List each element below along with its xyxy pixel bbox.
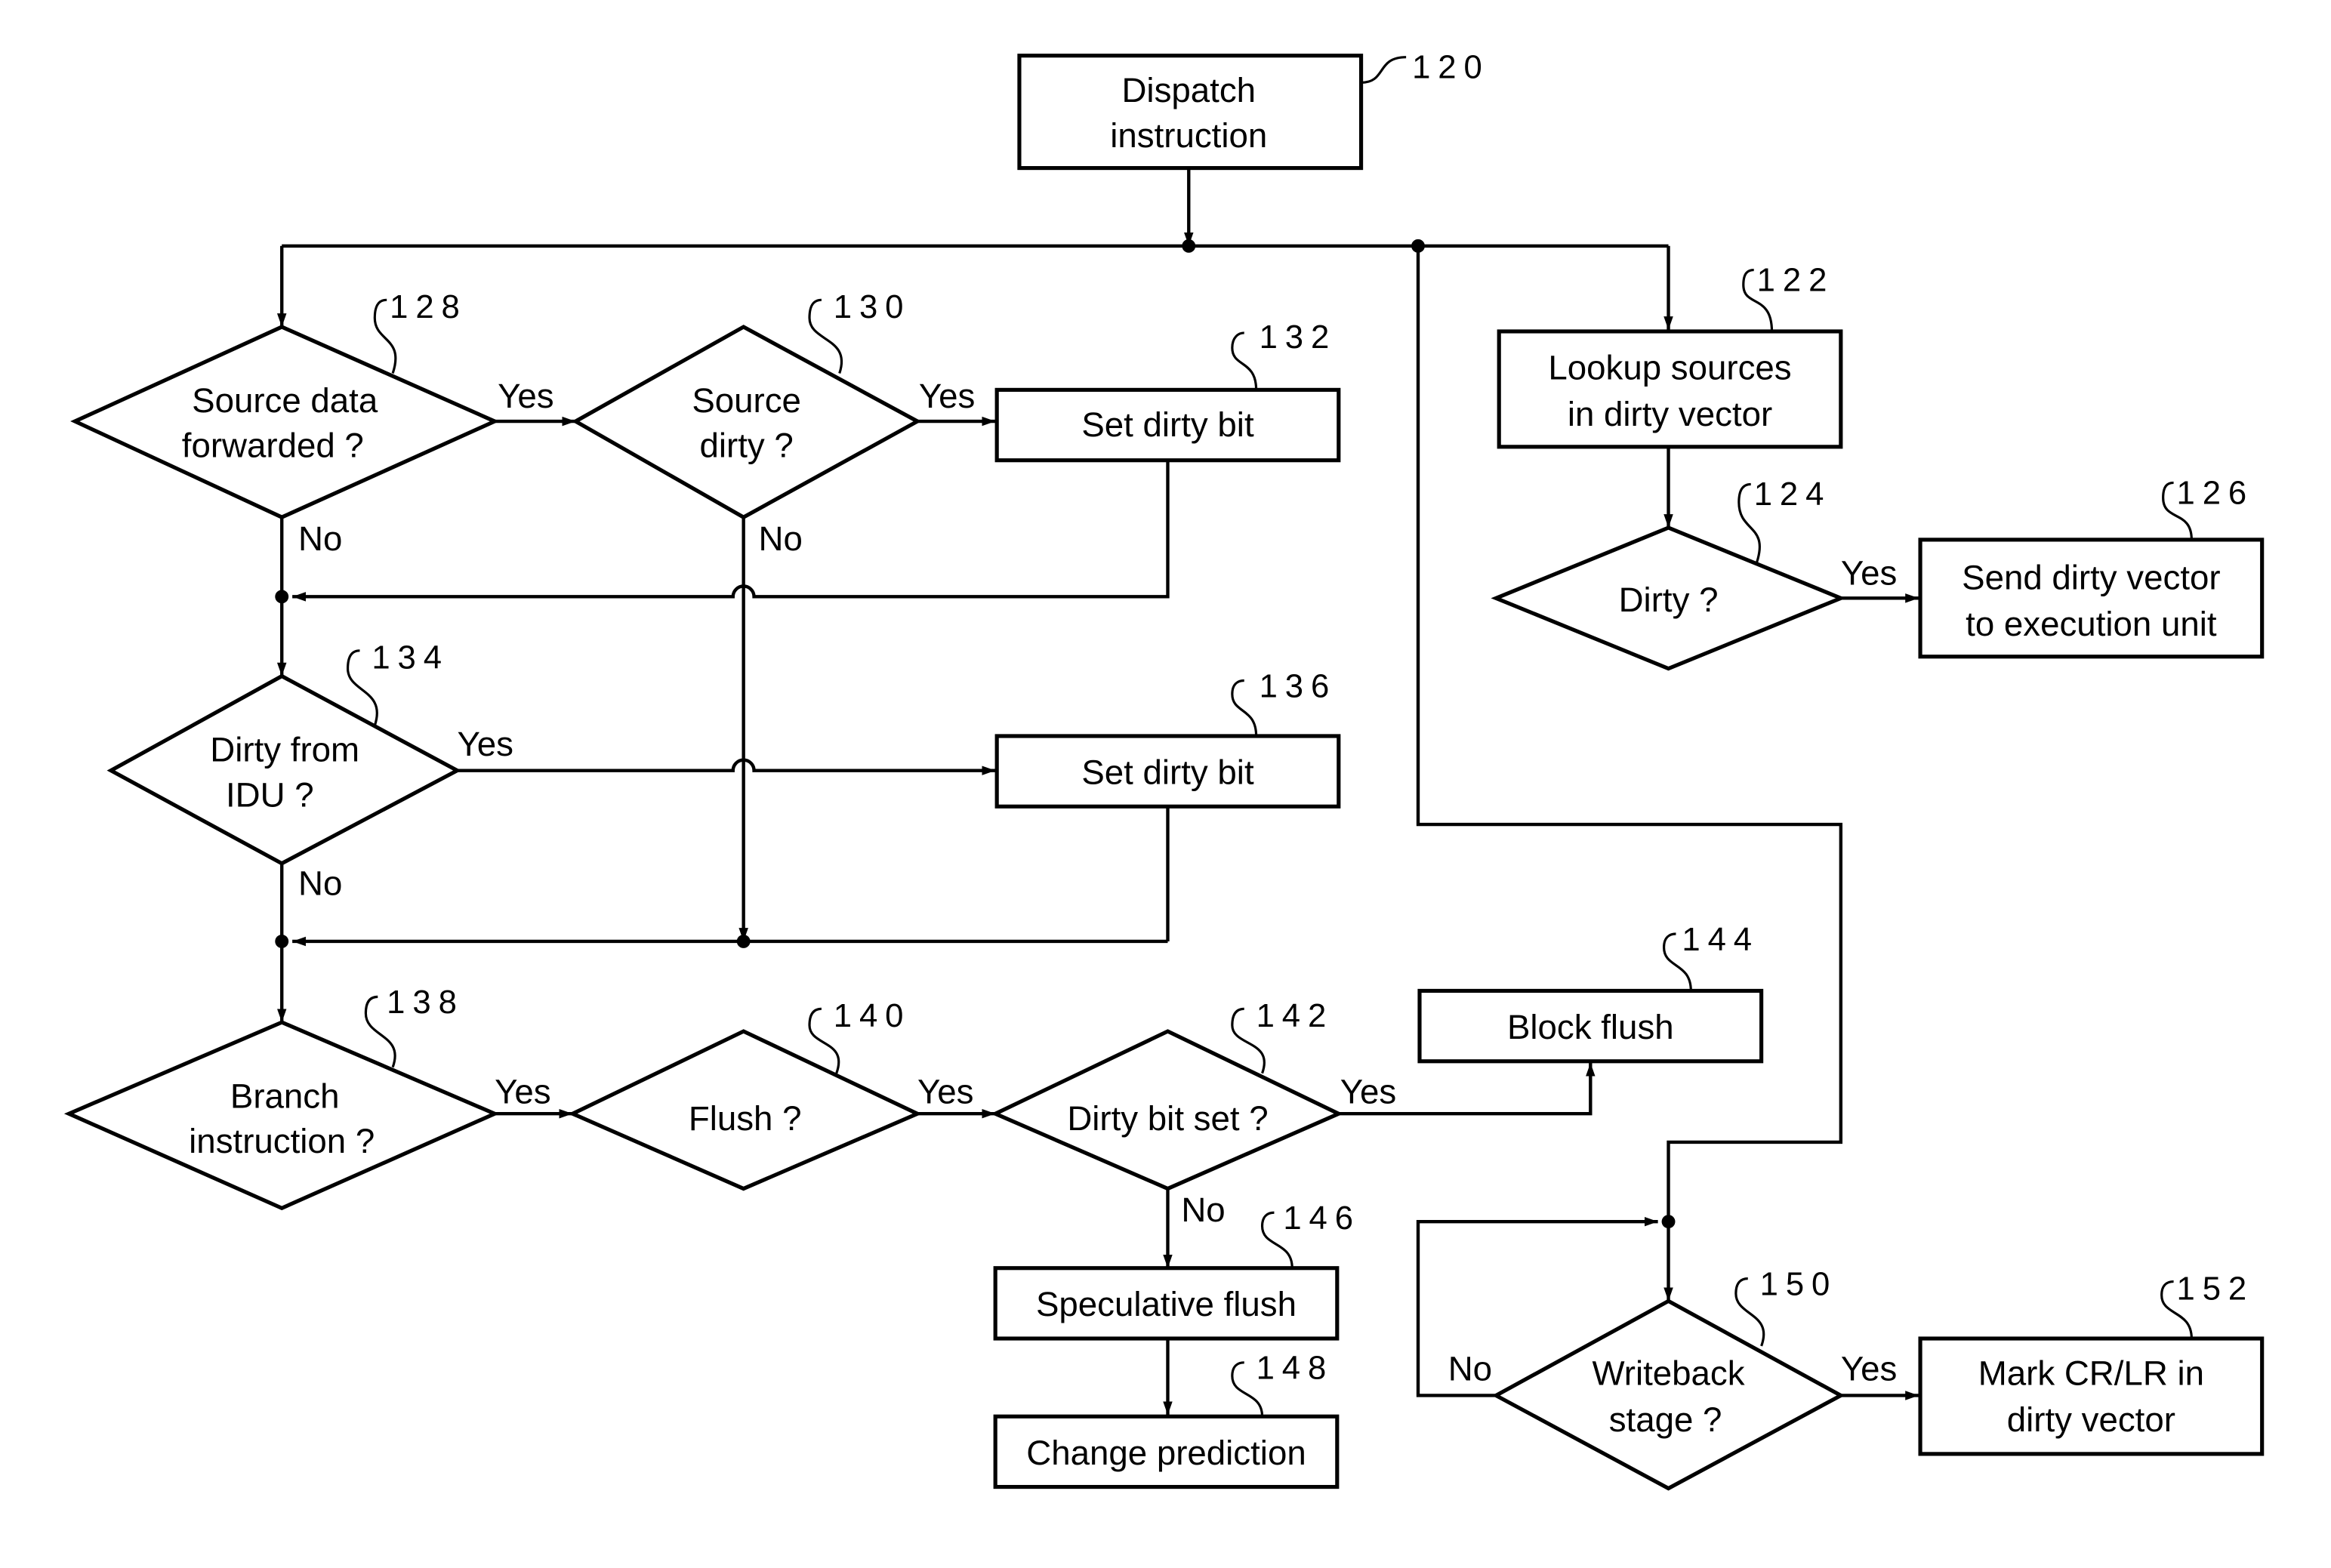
edge-134-136 <box>457 758 996 775</box>
node-label: Change prediction <box>1026 1434 1306 1472</box>
leader-line <box>1231 679 1258 737</box>
node-134-dirty-from-idu: Dirty from IDU ? 134 <box>106 639 461 866</box>
reference-number: 134 <box>372 639 449 676</box>
node-label: IDU ? <box>226 775 314 814</box>
edge-label-yes: Yes <box>457 725 513 763</box>
node-120-dispatch-instruction: Dispatch instruction 120 <box>1017 48 1490 171</box>
node-label: dirty vector <box>2007 1400 2175 1439</box>
leader-line <box>1231 331 1258 390</box>
node-128-source-data-forwarded: Source data forwarded ? 128 <box>70 288 500 519</box>
junction-dot <box>1182 239 1196 253</box>
reference-number: 128 <box>390 288 467 325</box>
reference-number: 120 <box>1412 48 1490 85</box>
reference-number: 142 <box>1256 997 1334 1034</box>
reference-number: 132 <box>1260 319 1337 356</box>
reference-number: 124 <box>1754 476 1832 513</box>
reference-number: 144 <box>1682 921 1759 958</box>
edge-label-yes: Yes <box>917 1072 973 1111</box>
node-label: Mark CR/LR in <box>1978 1354 2204 1393</box>
edge-label-no: No <box>1448 1350 1492 1388</box>
reference-number: 126 <box>2177 474 2255 511</box>
reference-number: 152 <box>2177 1270 2255 1307</box>
edge-label-yes: Yes <box>1841 1350 1897 1388</box>
reference-number: 130 <box>834 288 911 325</box>
junction-dot <box>1661 1215 1676 1229</box>
node-label: Set dirty bit <box>1081 405 1254 444</box>
node-label: in dirty vector <box>1568 395 1772 433</box>
reference-number: 150 <box>1760 1265 1838 1302</box>
node-146-speculative-flush: Speculative flush 146 <box>993 1200 1361 1341</box>
junction-dot <box>736 935 751 948</box>
junction-dot <box>275 935 289 948</box>
node-label: Source <box>692 381 801 420</box>
node-136-set-dirty-bit: Set dirty bit 136 <box>994 667 1341 809</box>
reference-number: 122 <box>1757 261 1835 298</box>
reference-number: 148 <box>1256 1350 1334 1387</box>
node-label: forwarded ? <box>182 427 364 465</box>
node-label: instruction <box>1110 116 1267 155</box>
node-144-block-flush: Block flush 144 <box>1417 921 1764 1064</box>
node-126-send-dirty-vector: Send dirty vector to execution unit 126 <box>1918 474 2265 659</box>
edge-label-yes: Yes <box>495 1072 550 1111</box>
edge-label-yes: Yes <box>1841 553 1897 592</box>
node-142-dirty-bit-set: Dirty bit set ? 142 <box>990 997 1343 1191</box>
node-label: Source data <box>192 381 378 420</box>
reference-number: 146 <box>1283 1200 1361 1237</box>
node-label: Branch <box>230 1077 340 1115</box>
reference-number: 138 <box>387 984 464 1021</box>
node-label: Speculative flush <box>1036 1285 1297 1323</box>
node-label: Dirty from <box>210 731 359 769</box>
node-label: instruction ? <box>189 1122 375 1160</box>
node-150-writeback-stage: Writeback stage ? 150 <box>1491 1265 1845 1491</box>
node-label: Writeback <box>1593 1354 1745 1393</box>
reference-number: 136 <box>1260 667 1337 704</box>
node-152-mark-cr-lr: Mark CR/LR in dirty vector 152 <box>1918 1270 2265 1456</box>
node-140-flush: Flush ? 140 <box>568 997 923 1191</box>
node-label: to execution unit <box>1966 605 2217 643</box>
node-label: Dirty ? <box>1619 581 1719 619</box>
leader-line <box>1361 56 1407 85</box>
node-label: Lookup sources <box>1548 348 1791 387</box>
junction-dot <box>275 590 289 604</box>
node-label: Set dirty bit <box>1081 753 1254 791</box>
node-label: Dirty bit set ? <box>1067 1099 1268 1138</box>
edge-label-no: No <box>1181 1191 1225 1229</box>
edge-labels: Yes Yes No No Yes No Yes Yes Yes No Yes … <box>298 377 1897 1388</box>
edge-label-yes: Yes <box>919 377 975 415</box>
node-132-set-dirty-bit: Set dirty bit 132 <box>994 319 1341 463</box>
reference-number: 140 <box>834 997 911 1034</box>
edge-label-no: No <box>298 864 342 902</box>
node-label: Block flush <box>1507 1008 1674 1046</box>
edge-label-yes: Yes <box>498 377 553 415</box>
edge-label-no: No <box>759 519 803 558</box>
edge-label-yes: Yes <box>1340 1072 1396 1111</box>
node-label: Flush ? <box>689 1099 802 1138</box>
node-label: Dispatch <box>1121 71 1256 109</box>
edge-label-no: No <box>298 519 342 558</box>
node-label: dirty ? <box>699 427 793 465</box>
flowchart: Yes Yes No No Yes No Yes Yes Yes No Yes … <box>63 48 2265 1491</box>
node-label: Send dirty vector <box>1962 558 2220 596</box>
node-label: stage ? <box>1609 1400 1722 1439</box>
node-130-source-dirty: Source dirty ? 130 <box>572 288 922 520</box>
